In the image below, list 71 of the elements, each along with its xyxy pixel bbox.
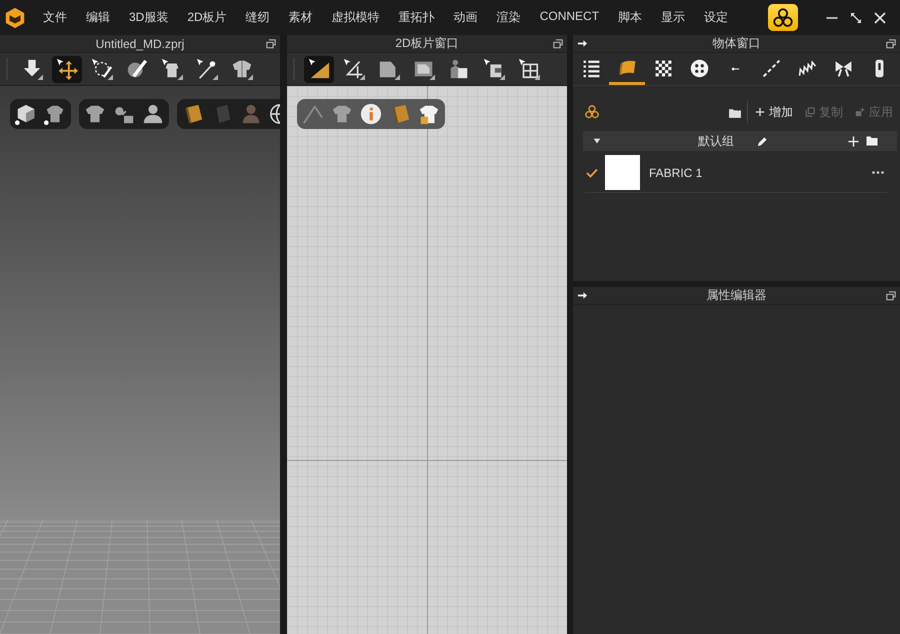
tool-button[interactable] bbox=[52, 56, 82, 82]
panel-title: 2D板片窗口 bbox=[394, 35, 460, 52]
spring-icon bbox=[798, 59, 816, 78]
check-icon[interactable] bbox=[586, 168, 598, 178]
lasso-brush-icon bbox=[91, 58, 113, 80]
menu-item[interactable]: 重拓扑 bbox=[398, 9, 435, 26]
rings-icon bbox=[773, 8, 793, 28]
menu-item[interactable]: 2D板片 bbox=[187, 9, 227, 26]
folder-icon[interactable] bbox=[866, 136, 878, 146]
menu-item[interactable]: CONNECT bbox=[540, 9, 600, 26]
avatar-icon[interactable] bbox=[142, 103, 164, 125]
pencil-icon[interactable] bbox=[757, 136, 768, 146]
tuck-icon bbox=[483, 58, 505, 80]
menu-item[interactable]: 动画 bbox=[454, 9, 478, 26]
polyline-icon bbox=[343, 58, 365, 80]
close-icon[interactable] bbox=[874, 12, 886, 24]
rings-button[interactable] bbox=[768, 4, 798, 31]
bow-icon bbox=[834, 59, 852, 78]
locked-shirt-icon[interactable] bbox=[418, 103, 440, 125]
panel-title: 属性编辑器 bbox=[706, 287, 768, 304]
cube-icon[interactable] bbox=[15, 103, 37, 125]
sphere-brush-icon bbox=[126, 58, 148, 80]
restore-icon[interactable] bbox=[553, 38, 563, 48]
down-arrow-icon bbox=[21, 58, 43, 80]
shirt-icon[interactable] bbox=[44, 103, 66, 125]
group-name: 默认组 bbox=[698, 132, 734, 150]
avatar-garment-icon bbox=[448, 58, 470, 80]
menu-item[interactable]: 虚拟模特 bbox=[332, 9, 380, 26]
app-logo-icon bbox=[4, 6, 26, 28]
apply-icon bbox=[855, 107, 865, 117]
action-button[interactable]: 增加 bbox=[755, 104, 793, 120]
restore-icon[interactable] bbox=[886, 38, 896, 48]
sewing-button-icon bbox=[690, 59, 708, 78]
garment-icon bbox=[161, 58, 183, 80]
menu-item[interactable]: 显示 bbox=[661, 9, 686, 26]
panel-title: 物体窗口 bbox=[712, 35, 762, 52]
menu-item[interactable]: 编辑 bbox=[86, 9, 110, 26]
pin-icon bbox=[196, 58, 218, 80]
arrow-icon[interactable] bbox=[576, 38, 588, 49]
checkerboard-icon bbox=[654, 59, 672, 78]
minimize-icon[interactable] bbox=[826, 16, 838, 18]
triangle-icon bbox=[308, 58, 330, 80]
info-icon[interactable] bbox=[360, 103, 382, 125]
move-arrows-icon bbox=[56, 58, 78, 80]
shirt-icon[interactable] bbox=[84, 103, 106, 125]
group-header[interactable]: 默认组 bbox=[583, 131, 897, 151]
menu-item[interactable]: 渲染 bbox=[496, 9, 521, 26]
menu-item[interactable]: 3D服装 bbox=[129, 9, 168, 26]
restore-icon[interactable] bbox=[886, 290, 896, 300]
arrow-icon[interactable] bbox=[576, 290, 588, 301]
more-icon[interactable] bbox=[872, 171, 884, 174]
fabric-icon bbox=[618, 59, 636, 78]
menu-item[interactable]: 设定 bbox=[704, 9, 728, 26]
restore-icon[interactable] bbox=[266, 38, 276, 48]
menu-item[interactable]: 素材 bbox=[288, 9, 313, 26]
copy-icon bbox=[805, 107, 815, 117]
tshirt-icon bbox=[231, 58, 253, 80]
menu-item[interactable]: 脚本 bbox=[618, 9, 642, 26]
caret-icon[interactable] bbox=[593, 138, 601, 144]
list-icon bbox=[582, 59, 600, 78]
grid-icon bbox=[518, 58, 540, 80]
rings-icon bbox=[585, 105, 599, 119]
maximize-icon[interactable] bbox=[850, 12, 862, 24]
panel-title: Untitled_MD.zprj bbox=[94, 36, 186, 50]
tool-button[interactable] bbox=[304, 56, 334, 82]
plus-icon[interactable] bbox=[848, 136, 859, 146]
plus-icon bbox=[755, 107, 765, 117]
dashed-line-icon bbox=[762, 59, 780, 78]
menu-item[interactable]: 缝纫 bbox=[246, 9, 270, 26]
fabric-name: FABRIC 1 bbox=[649, 166, 702, 180]
menu-item[interactable]: 文件 bbox=[43, 9, 67, 26]
